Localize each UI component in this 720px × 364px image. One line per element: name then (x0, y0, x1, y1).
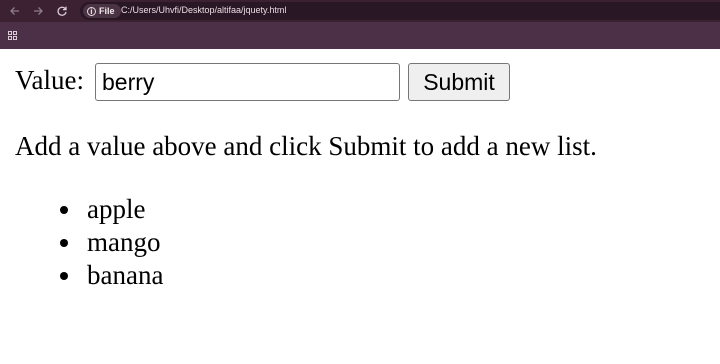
submit-button[interactable]: Submit (408, 63, 510, 101)
back-arrow-icon[interactable] (7, 3, 23, 19)
reload-icon[interactable] (54, 3, 70, 19)
page-content: Value: Submit Add a value above and clic… (0, 49, 720, 364)
forward-arrow-icon[interactable] (30, 3, 46, 19)
bullet-icon (60, 239, 68, 247)
url-text[interactable]: C:/Users/Uhvfi/Desktop/altifaa/jquety.ht… (121, 5, 286, 15)
list-item-label: mango (87, 227, 161, 257)
value-input[interactable] (95, 63, 400, 101)
bookmarks-bar (0, 22, 720, 49)
list-item: mango (55, 226, 163, 259)
browser-toolbar: i File C:/Users/Uhvfi/Desktop/altifaa/jq… (0, 0, 720, 22)
instructions-text: Add a value above and click Submit to ad… (15, 131, 597, 161)
list-item-label: apple (87, 194, 146, 224)
site-info-chip[interactable]: i File (83, 4, 121, 18)
address-bar[interactable]: i File C:/Users/Uhvfi/Desktop/altifaa/jq… (80, 2, 720, 20)
list-item-label: banana (87, 260, 164, 290)
fruit-list: apple mango banana (55, 193, 163, 292)
browser-chrome: i File C:/Users/Uhvfi/Desktop/altifaa/jq… (0, 0, 720, 49)
info-icon: i (87, 6, 96, 16)
list-item: banana (55, 259, 163, 292)
site-chip-label: File (99, 6, 115, 16)
bullet-icon (60, 272, 68, 280)
apps-grid-icon[interactable] (8, 31, 17, 40)
value-label: Value: (15, 65, 84, 95)
bullet-icon (60, 206, 68, 214)
list-item: apple (55, 193, 163, 226)
